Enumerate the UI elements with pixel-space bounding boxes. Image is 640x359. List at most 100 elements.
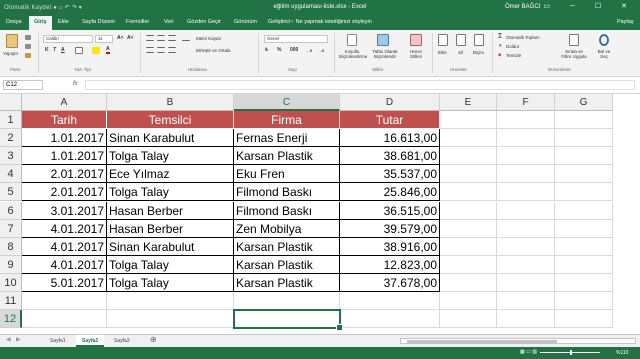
table-cell[interactable]: 25.846,00 <box>340 183 440 202</box>
empty-cell[interactable] <box>497 147 555 166</box>
grow-font-icon[interactable]: A˄ <box>117 35 124 41</box>
empty-cell[interactable] <box>234 292 340 311</box>
empty-cell[interactable] <box>440 237 497 256</box>
sheet-tab-sayfa3[interactable]: Sayfa3 <box>108 335 136 347</box>
empty-cell[interactable] <box>555 183 613 202</box>
empty-cell[interactable] <box>497 201 555 220</box>
table-cell[interactable]: Fernas Enerji <box>234 129 340 148</box>
font-size-select[interactable]: 11 <box>95 35 113 43</box>
user-name[interactable]: Ömer BAĞCI <box>505 4 540 10</box>
align-middle-icon[interactable] <box>157 35 165 41</box>
conditional-format-button[interactable]: Koşullu Biçimlendirme <box>339 49 367 59</box>
empty-cell[interactable] <box>440 219 497 238</box>
empty-cell[interactable] <box>555 147 613 166</box>
row-header-1[interactable]: 1 <box>0 111 22 130</box>
fill-button[interactable]: Doldur <box>506 44 519 49</box>
function-icon[interactable]: fx <box>73 81 78 87</box>
table-cell[interactable]: 38.681,00 <box>340 147 440 166</box>
format-cells-button[interactable]: Biçim <box>473 50 484 55</box>
table-cell[interactable]: Tolga Talay <box>107 147 234 166</box>
empty-cell[interactable] <box>22 292 107 311</box>
align-bottom-icon[interactable] <box>168 35 176 41</box>
empty-cell[interactable] <box>440 273 497 292</box>
empty-cell[interactable] <box>340 310 440 329</box>
cut-icon[interactable] <box>25 35 31 40</box>
column-header-a[interactable]: A <box>22 94 107 111</box>
format-painter-icon[interactable] <box>25 53 31 58</box>
tab-view[interactable]: Görünüm <box>234 19 257 25</box>
empty-cell[interactable] <box>440 111 497 130</box>
tab-developer[interactable]: Geliştirici <box>268 19 290 25</box>
view-mode-icons[interactable]: ▦ ▭ ▥ <box>520 349 537 355</box>
empty-cell[interactable] <box>497 310 555 329</box>
window-controls[interactable]: ▭ ─ ☐ ✕ <box>543 2 636 10</box>
align-center-icon[interactable] <box>157 47 165 53</box>
empty-cell[interactable] <box>440 183 497 202</box>
table-cell[interactable]: 4.01.2017 <box>22 237 107 256</box>
table-cell[interactable]: Tolga Talay <box>107 183 234 202</box>
row-header-10[interactable]: 10 <box>0 273 22 292</box>
add-sheet-icon[interactable]: ⊕ <box>150 335 157 344</box>
column-header-d[interactable]: D <box>340 94 440 111</box>
empty-cell[interactable] <box>497 273 555 292</box>
table-cell[interactable]: Filmond Baskı <box>234 183 340 202</box>
table-cell[interactable]: 4.01.2017 <box>22 255 107 274</box>
tab-page-layout[interactable]: Sayfa Düzeni <box>82 19 115 25</box>
italic-button[interactable]: T <box>53 47 56 53</box>
zoom-slider-knob[interactable] <box>570 350 572 355</box>
delete-cells-button[interactable]: Sil <box>458 50 463 55</box>
number-format-select[interactable]: Genel <box>264 35 328 43</box>
currency-icon[interactable]: ₺ <box>265 47 268 53</box>
column-header-g[interactable]: G <box>555 94 613 111</box>
cell-styles-button[interactable]: Hücre Stilleri <box>405 49 427 59</box>
name-box[interactable]: C12 <box>3 80 43 90</box>
table-cell[interactable]: Eku Fren <box>234 165 340 184</box>
row-header-7[interactable]: 7 <box>0 219 22 238</box>
wrap-text-button[interactable]: Metni Kaydır <box>196 36 221 41</box>
empty-cell[interactable] <box>497 111 555 130</box>
merge-center-button[interactable]: Birleştir ve Ortala <box>196 48 231 53</box>
find-select-button[interactable]: Bul ve Seç <box>594 49 614 59</box>
empty-cell[interactable] <box>440 165 497 184</box>
table-cell[interactable]: Karsan Plastik <box>234 147 340 166</box>
empty-cell[interactable] <box>555 111 613 130</box>
table-cell[interactable]: 36.515,00 <box>340 201 440 220</box>
bold-button[interactable]: K <box>45 47 49 53</box>
scrollbar-thumb[interactable] <box>407 340 557 343</box>
table-cell[interactable]: Karsan Plastik <box>234 273 340 292</box>
table-cell[interactable]: 2.01.2017 <box>22 165 107 184</box>
clear-button[interactable]: Temizle <box>506 53 521 58</box>
paste-button[interactable]: Yapıştır <box>3 51 18 56</box>
column-header-e[interactable]: E <box>440 94 497 111</box>
tab-formulas[interactable]: Formüller <box>126 19 149 25</box>
empty-cell[interactable] <box>497 219 555 238</box>
table-cell[interactable]: Karsan Plastik <box>234 255 340 274</box>
column-header-f[interactable]: F <box>497 94 555 111</box>
table-cell[interactable]: 39.579,00 <box>340 219 440 238</box>
active-cell-selection[interactable] <box>233 309 343 332</box>
increase-decimal-icon[interactable]: ←0 <box>306 48 312 53</box>
table-cell[interactable]: 1.01.2017 <box>22 147 107 166</box>
copy-icon[interactable] <box>25 44 31 49</box>
horizontal-scrollbar[interactable] <box>400 338 636 344</box>
table-cell[interactable]: Karsan Plastik <box>234 237 340 256</box>
empty-cell[interactable] <box>555 255 613 274</box>
tab-data[interactable]: Veri <box>164 19 173 25</box>
share-button[interactable]: Paylaş <box>617 19 634 25</box>
column-header-b[interactable]: B <box>107 94 234 111</box>
table-cell[interactable]: 2.01.2017 <box>22 183 107 202</box>
table-cell[interactable]: Tolga Talay <box>107 255 234 274</box>
tab-home[interactable]: Giriş <box>29 16 52 30</box>
row-header-2[interactable]: 2 <box>0 129 22 148</box>
empty-cell[interactable] <box>440 310 497 329</box>
empty-cell[interactable] <box>440 147 497 166</box>
table-cell[interactable]: 38.916,00 <box>340 237 440 256</box>
table-cell[interactable]: 16.613,00 <box>340 129 440 148</box>
font-color-icon[interactable]: A <box>106 46 110 54</box>
tab-file[interactable]: Dosya <box>6 19 22 25</box>
empty-cell[interactable] <box>555 201 613 220</box>
table-header-cell[interactable]: Temsilci <box>107 111 234 130</box>
row-header-6[interactable]: 6 <box>0 201 22 220</box>
shrink-font-icon[interactable]: A˅ <box>127 35 134 41</box>
autosum-button[interactable]: Otomatik Toplam <box>506 35 540 40</box>
